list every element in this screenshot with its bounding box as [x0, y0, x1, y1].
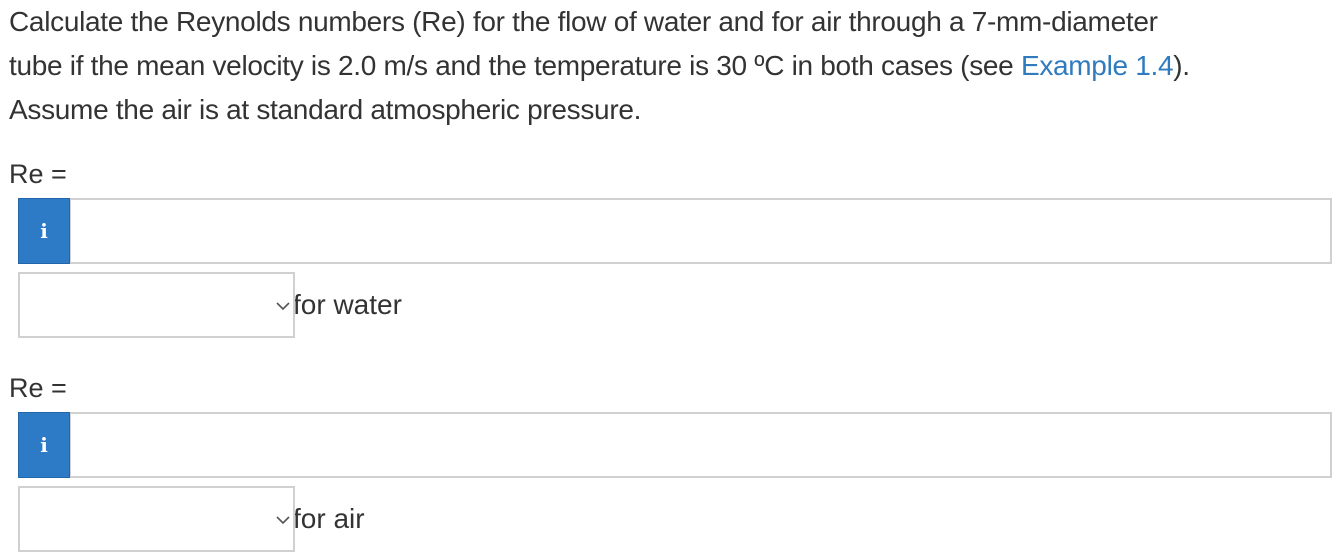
- example-link[interactable]: Example 1.4: [1021, 50, 1174, 81]
- question-text: Calculate the Reynolds numbers (Re) for …: [9, 0, 1337, 132]
- re-input-air[interactable]: [70, 412, 1332, 478]
- question-line-3: Assume the air is at standard atmospheri…: [9, 94, 642, 125]
- suffix-air: for air: [293, 503, 365, 534]
- answer-row-water: i: [18, 198, 1332, 264]
- info-icon: i: [40, 433, 48, 457]
- question-line-2-end: ).: [1173, 50, 1190, 81]
- question-line-2: tube if the mean velocity is 2.0 m/s and…: [9, 44, 1337, 88]
- re-label-water: Re =: [9, 159, 67, 189]
- unit-select-water[interactable]: [18, 272, 295, 338]
- question-line-1: Calculate the Reynolds numbers (Re) for …: [9, 6, 1158, 37]
- re-input-water[interactable]: [70, 198, 1332, 264]
- chevron-down-icon: [276, 516, 290, 525]
- info-icon: i: [40, 219, 48, 243]
- unit-select-air[interactable]: [18, 486, 295, 552]
- question-line-2-start: tube if the mean velocity is 2.0 m/s and…: [9, 50, 1021, 81]
- answer-row-air: i: [18, 412, 1332, 478]
- unit-select-row-water: for water: [18, 272, 402, 338]
- suffix-water: for water: [293, 289, 402, 320]
- re-label-air: Re =: [9, 373, 67, 403]
- chevron-down-icon: [276, 302, 290, 311]
- info-button-water[interactable]: i: [18, 198, 70, 264]
- unit-select-row-air: for air: [18, 486, 365, 552]
- info-button-air[interactable]: i: [18, 412, 70, 478]
